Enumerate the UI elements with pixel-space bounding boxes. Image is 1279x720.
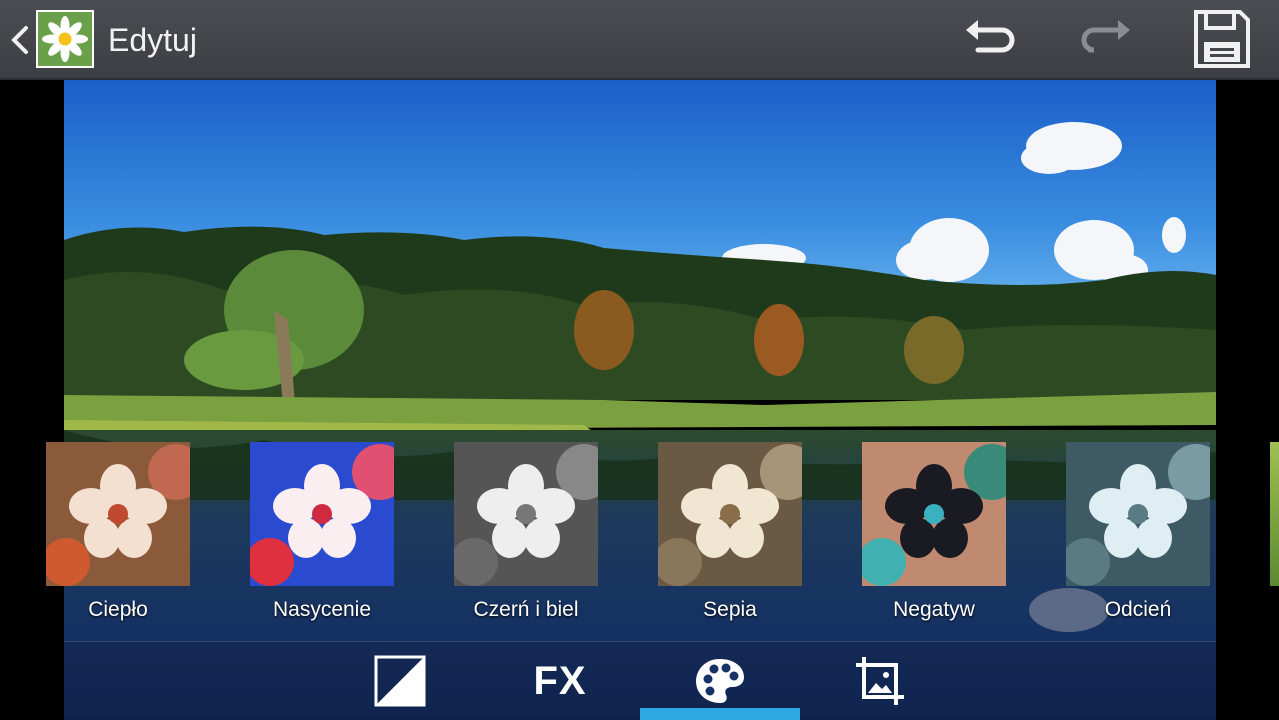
- save-icon[interactable]: [1192, 8, 1252, 70]
- redo-icon[interactable]: [1076, 10, 1136, 70]
- gallery-flower-icon[interactable]: [36, 10, 94, 68]
- filter-sepia[interactable]: Sepia: [658, 442, 802, 622]
- filter-strip: Ciepło Nasycenie Czerń i biel Sepia Nega…: [0, 442, 1279, 632]
- fx-tool-button[interactable]: FX: [480, 642, 640, 720]
- filter-label: Czerń i biel: [473, 598, 579, 621]
- screen-title: Edytuj: [108, 22, 197, 58]
- filter-label: Negatyw: [893, 598, 975, 621]
- filter-label: Nasycenie: [272, 598, 372, 621]
- filter-saturation[interactable]: Nasycenie: [250, 442, 394, 622]
- crop-tool-button[interactable]: [800, 642, 960, 720]
- adjust-tool-button[interactable]: [320, 642, 480, 720]
- filter-thumbnail[interactable]: [250, 442, 394, 586]
- filter-thumbnail[interactable]: [1066, 442, 1210, 586]
- chevron-left-icon[interactable]: [8, 22, 32, 58]
- filter-label: Sepia: [703, 598, 757, 621]
- adjust-icon: [374, 655, 426, 707]
- filter-warm[interactable]: Ciepło: [46, 442, 190, 622]
- filter-negative[interactable]: Negatyw: [862, 442, 1006, 622]
- fx-icon: FX: [533, 658, 587, 703]
- undo-icon[interactable]: [960, 10, 1020, 70]
- filter-black-white[interactable]: Czerń i biel: [454, 442, 598, 622]
- filter-label: Odcień: [1104, 598, 1172, 621]
- filter-thumbnail-partial[interactable]: [1270, 442, 1279, 586]
- filter-label: Ciepło: [88, 598, 148, 621]
- filter-thumbnail[interactable]: [658, 442, 802, 586]
- action-bar: Edytuj: [0, 0, 1279, 80]
- filter-tint[interactable]: Odcień: [1066, 442, 1210, 622]
- filter-thumbnail[interactable]: [862, 442, 1006, 586]
- palette-icon: [696, 659, 744, 703]
- editor-toolbar: FX: [64, 641, 1216, 720]
- crop-icon: [856, 657, 904, 705]
- filter-thumbnail[interactable]: [46, 442, 190, 586]
- selected-tool-indicator: [640, 708, 800, 720]
- filter-thumbnail[interactable]: [454, 442, 598, 586]
